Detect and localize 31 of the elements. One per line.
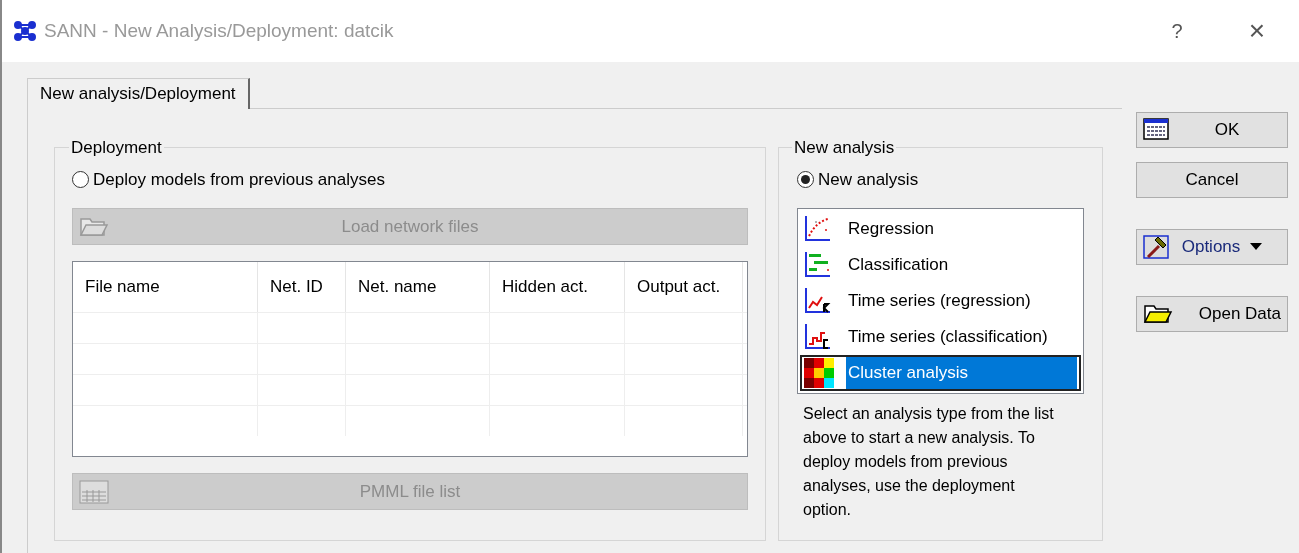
analysis-type-item[interactable]: Classification [800, 247, 1081, 283]
folder-icon [1143, 302, 1173, 324]
grid-icon [79, 480, 109, 504]
window-title: SANN - New Analysis/Deployment: datcik [44, 18, 394, 43]
analysis-type-item[interactable]: Time series (regression) [800, 283, 1081, 319]
analysis-type-item[interactable]: Regression [800, 211, 1081, 247]
group-title: Deployment [70, 137, 163, 159]
help-button[interactable]: ? [1157, 16, 1197, 46]
folder-icon [79, 215, 109, 237]
close-button[interactable]: × [1237, 10, 1277, 52]
column-header: File name [73, 262, 258, 312]
column-header: Net. name [346, 262, 490, 312]
dialog-button[interactable]: Options [1136, 229, 1288, 265]
radio-button[interactable]: Deploy models from previous analyses [72, 166, 748, 192]
column-header: Net. ID [258, 262, 346, 312]
color-grid-icon [804, 358, 834, 388]
dialog-button[interactable]: Open Data [1136, 296, 1288, 332]
tab[interactable]: New analysis/Deployment [27, 78, 250, 109]
table-icon [1143, 118, 1169, 140]
dialog-button[interactable]: OK [1136, 112, 1288, 148]
radio-button[interactable]: New analysis [797, 166, 1084, 192]
column-header: Hidden act. [490, 262, 625, 312]
hammer-icon [1143, 235, 1169, 261]
caret-icon [1250, 243, 1263, 251]
dialog-button[interactable]: Cancel [1136, 162, 1288, 198]
group-title: New analysis [793, 137, 896, 159]
hint-text: Select an analysis type from the list above to start a new analysis. To deploy models from previous analyses, use the deployment option. [802, 404, 1055, 520]
analysis-type-item[interactable]: Cluster analysis [800, 355, 1081, 391]
analysis-type-item[interactable]: Time series (classification) [800, 319, 1081, 355]
network-icon [14, 21, 36, 41]
column-header: Output act. [625, 262, 743, 312]
